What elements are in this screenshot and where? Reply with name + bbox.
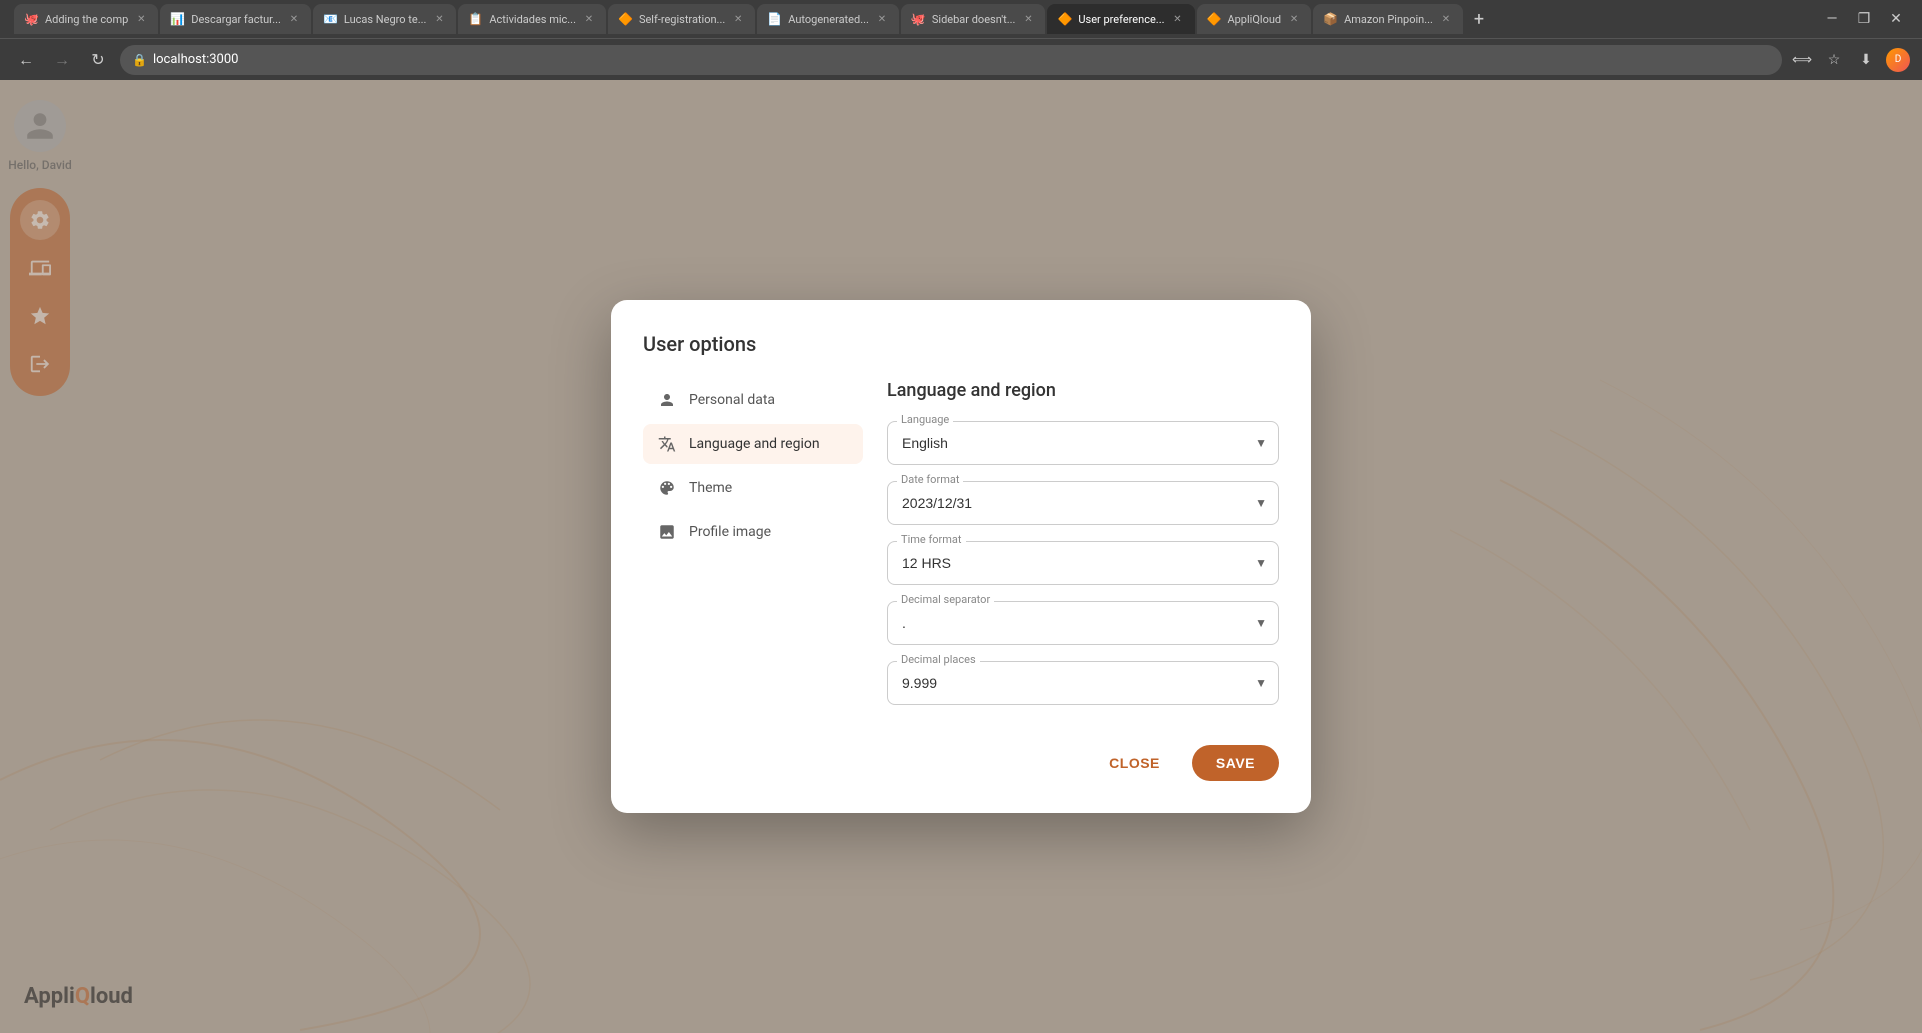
url-bar[interactable]: 🔒 localhost:3000 [120,45,1782,75]
save-button[interactable]: SAVE [1192,745,1279,781]
theme-icon [657,478,677,498]
refresh-button[interactable]: ↻ [84,46,112,74]
tab-autogenerated[interactable]: 📄 Autogenerated... ✕ [757,4,899,34]
tab-user-preferences[interactable]: 🔶 User preference... ✕ [1047,4,1194,34]
address-icons: ⟺ ☆ ⬇ D [1790,48,1910,72]
app-area: Hello, David [0,80,1922,1033]
language-label: Language [897,413,953,426]
modal-nav-language-region[interactable]: Language and region [643,424,863,464]
personal-data-icon [657,390,677,410]
tab-descargar[interactable]: 📊 Descargar factur... ✕ [160,4,311,34]
theme-label: Theme [689,480,732,496]
maximize-button[interactable]: ❐ [1850,5,1878,33]
browser-profile-icon[interactable]: D [1886,48,1910,72]
window-controls: — ❐ ✕ [1818,5,1918,33]
date-format-label: Date format [897,473,963,486]
tab-close-icon[interactable]: ✕ [1021,12,1035,26]
date-format-select[interactable]: 2023/12/31 31/12/2023 12/31/2023 [887,481,1279,525]
modal-title: User options [643,332,1279,356]
download-icon[interactable]: ⬇ [1854,48,1878,72]
profile-image-icon [657,522,677,542]
url-text: localhost:3000 [153,52,239,67]
minimize-button[interactable]: — [1818,5,1846,33]
forward-button[interactable]: → [48,46,76,74]
tab-sidebar[interactable]: 🐙 Sidebar doesn't... ✕ [901,4,1046,34]
tab-adding-comp[interactable]: 🐙 Adding the comp ✕ [14,4,158,34]
modal-body: Personal data Language and region [643,380,1279,721]
tab-close-icon[interactable]: ✕ [134,12,148,26]
decimal-separator-label: Decimal separator [897,593,994,606]
tab-amazon[interactable]: 📦 Amazon Pinpoin... ✕ [1313,4,1463,34]
modal-footer: CLOSE SAVE [643,745,1279,781]
tab-close-icon[interactable]: ✕ [875,12,889,26]
profile-image-label: Profile image [689,524,771,540]
close-button[interactable]: CLOSE [1089,745,1180,781]
language-select[interactable]: English Spanish French [887,421,1279,465]
decimal-separator-field: Decimal separator . , ▼ [887,601,1279,645]
tab-close-icon[interactable]: ✕ [432,12,446,26]
language-region-label: Language and region [689,436,820,452]
time-format-field: Time format 12 HRS 24 HRS ▼ [887,541,1279,585]
tab-close-icon[interactable]: ✕ [287,12,301,26]
decimal-places-field: Decimal places 9.999 9.99 9.9 9 ▼ [887,661,1279,705]
modal-content-area: Language and region Language English Spa… [887,380,1279,721]
browser-chrome: 🐙 Adding the comp ✕ 📊 Descargar factur..… [0,0,1922,80]
modal-overlay[interactable]: User options Personal data [0,80,1922,1033]
translate-icon[interactable]: ⟺ [1790,48,1814,72]
tab-self-registration[interactable]: 🔶 Self-registration... ✕ [608,4,755,34]
tab-close-icon[interactable]: ✕ [1171,12,1185,26]
tab-close-icon[interactable]: ✕ [1439,12,1453,26]
decimal-places-select[interactable]: 9.999 9.99 9.9 9 [887,661,1279,705]
modal-nav-theme[interactable]: Theme [643,468,863,508]
address-bar: ← → ↻ 🔒 localhost:3000 ⟺ ☆ ⬇ D [0,38,1922,80]
time-format-label: Time format [897,533,966,546]
language-region-icon [657,434,677,454]
section-title: Language and region [887,380,1279,401]
tab-actividades[interactable]: 📋 Actividades mic... ✕ [458,4,606,34]
user-options-modal: User options Personal data [611,300,1311,813]
tab-close-icon[interactable]: ✕ [582,12,596,26]
tab-appliqloud[interactable]: 🔶 AppliQloud ✕ [1197,4,1312,34]
language-field: Language English Spanish French ▼ [887,421,1279,465]
modal-navigation: Personal data Language and region [643,380,863,721]
decimal-places-label: Decimal places [897,653,980,666]
tab-bar: 🐙 Adding the comp ✕ 📊 Descargar factur..… [0,0,1922,38]
tab-close-icon[interactable]: ✕ [1287,12,1301,26]
tab-close-icon[interactable]: ✕ [731,12,745,26]
decimal-separator-select[interactable]: . , [887,601,1279,645]
modal-nav-personal-data[interactable]: Personal data [643,380,863,420]
modal-nav-profile-image[interactable]: Profile image [643,512,863,552]
date-format-field: Date format 2023/12/31 31/12/2023 12/31/… [887,481,1279,525]
back-button[interactable]: ← [12,46,40,74]
personal-data-label: Personal data [689,392,775,408]
bookmark-icon[interactable]: ☆ [1822,48,1846,72]
time-format-select[interactable]: 12 HRS 24 HRS [887,541,1279,585]
new-tab-button[interactable]: + [1465,5,1493,33]
tab-lucas[interactable]: 📧 Lucas Negro te... ✕ [313,4,456,34]
close-button[interactable]: ✕ [1882,5,1910,33]
